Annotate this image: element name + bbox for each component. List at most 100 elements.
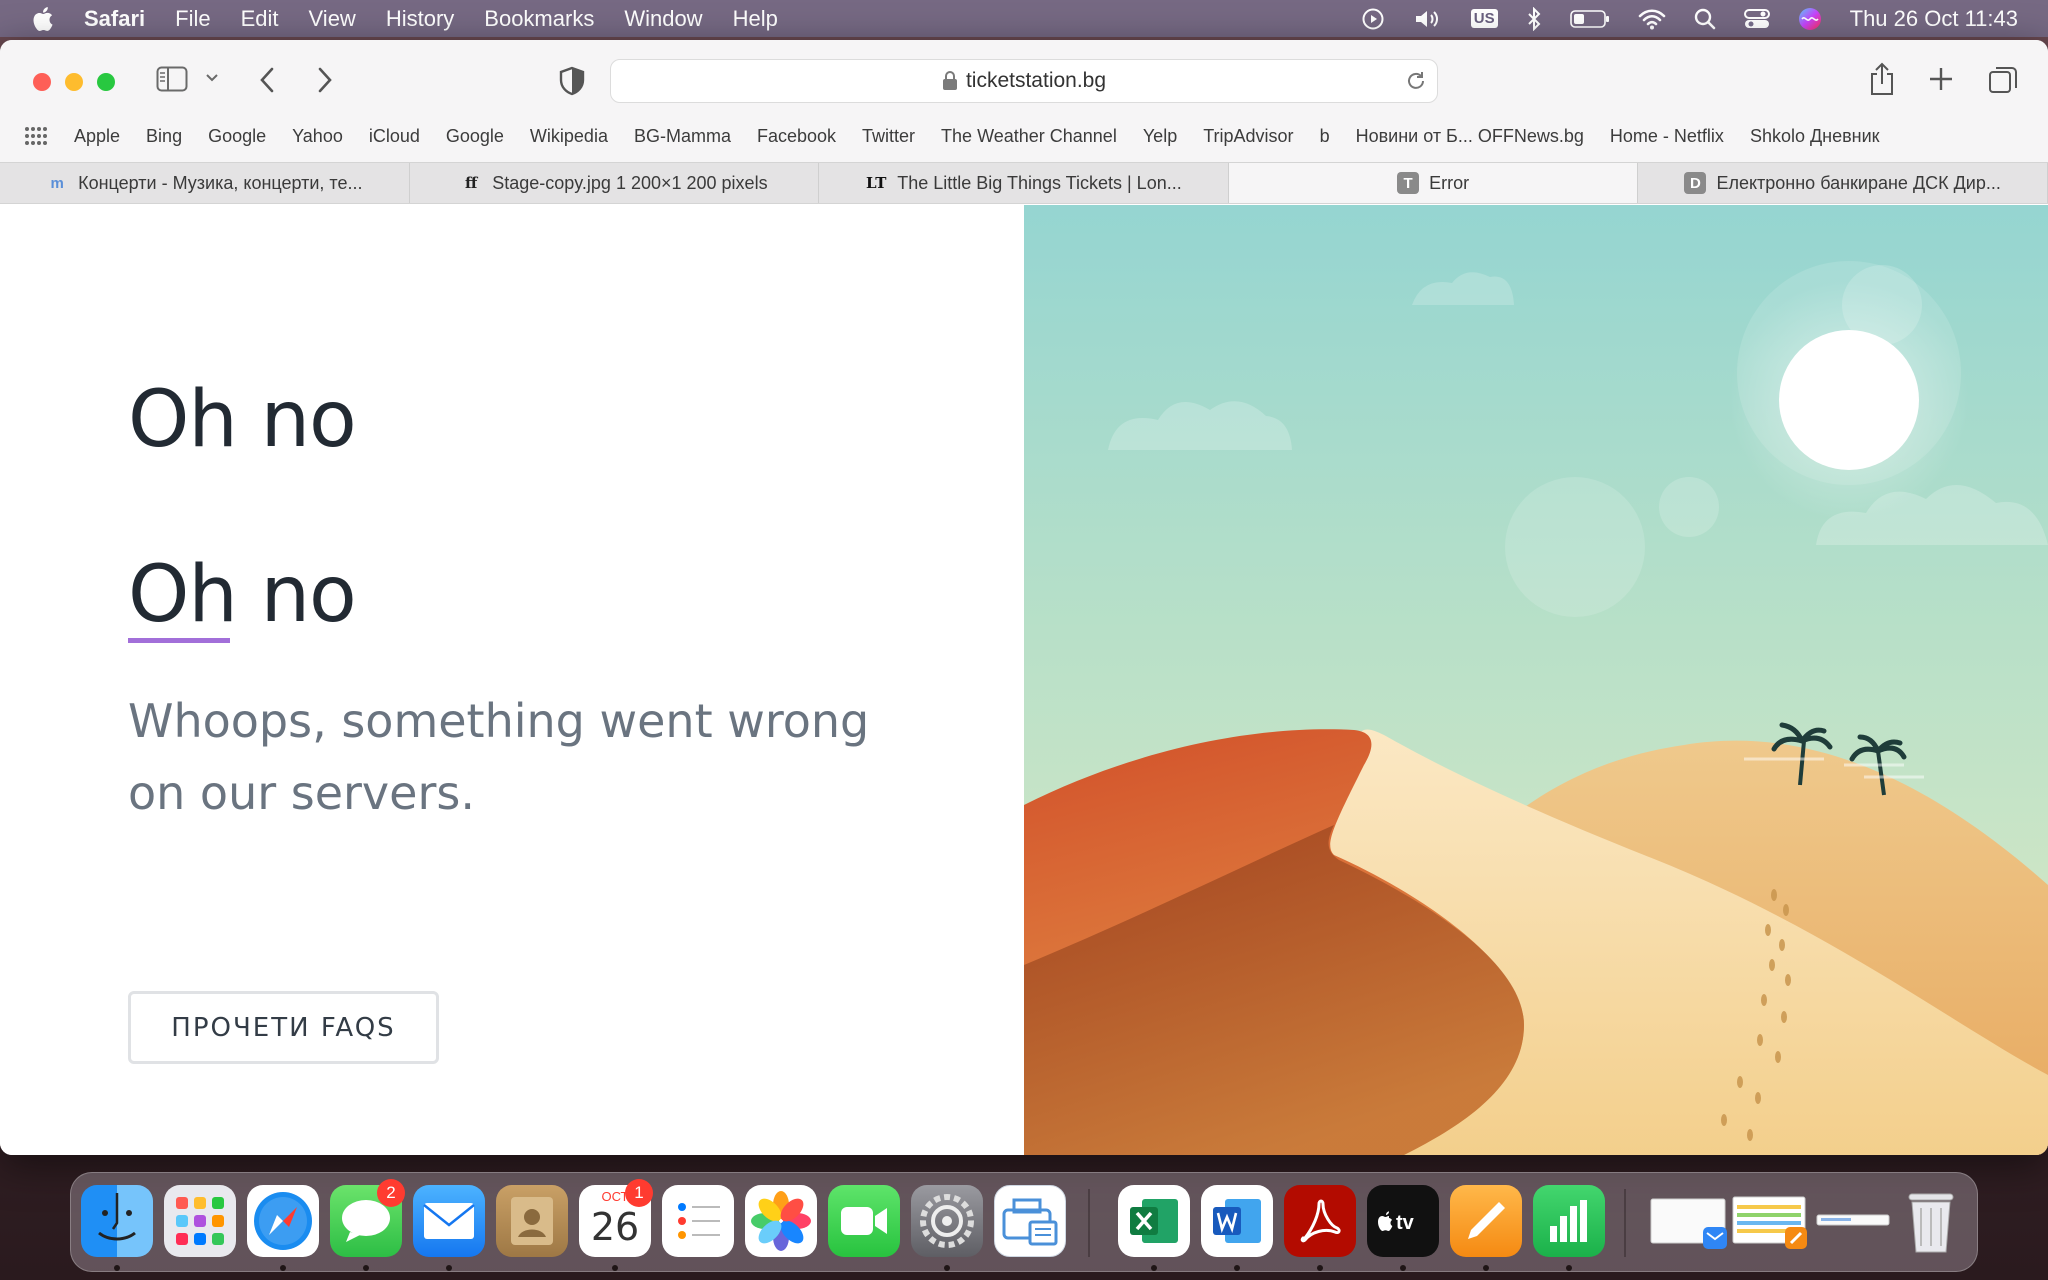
window-controls	[33, 73, 115, 91]
excel-app-icon[interactable]	[1118, 1185, 1190, 1257]
back-icon[interactable]	[258, 66, 278, 94]
accent-divider	[128, 638, 230, 643]
menu-file[interactable]: File	[175, 6, 210, 32]
favorite-link[interactable]: Yelp	[1143, 126, 1177, 147]
trash-icon[interactable]	[1895, 1185, 1967, 1257]
tab-label: Концерти - Музика, концерти, те...	[78, 172, 363, 193]
reload-icon[interactable]	[1405, 70, 1427, 92]
tab-overview-icon[interactable]	[1988, 64, 2018, 94]
bubble-shape	[1659, 477, 1719, 537]
wifi-icon[interactable]	[1638, 8, 1666, 30]
favorite-link[interactable]: Twitter	[862, 126, 915, 147]
running-indicator	[1483, 1265, 1489, 1271]
now-playing-icon[interactable]	[1361, 7, 1385, 31]
finder-app-icon[interactable]	[81, 1185, 153, 1257]
pages-app-icon[interactable]	[1450, 1185, 1522, 1257]
page-content: Oh no Oh no Whoops, something went wrong…	[0, 205, 2048, 1155]
lock-icon	[942, 71, 958, 91]
menu-bookmarks[interactable]: Bookmarks	[484, 6, 594, 32]
siri-icon[interactable]	[1798, 7, 1822, 31]
zoom-window-button[interactable]	[97, 73, 115, 91]
safari-app-icon[interactable]	[247, 1185, 319, 1257]
tab-error[interactable]: T Error	[1228, 163, 1639, 203]
address-bar[interactable]: ticketstation.bg	[610, 59, 1438, 103]
menu-edit[interactable]: Edit	[241, 6, 279, 32]
favorite-link[interactable]: Apple	[74, 126, 120, 147]
favorite-link[interactable]: Bing	[146, 126, 182, 147]
favorite-link[interactable]: Yahoo	[292, 126, 343, 147]
bluetooth-icon[interactable]	[1526, 6, 1542, 31]
favorite-link[interactable]: Shkolo Дневник	[1750, 126, 1880, 147]
share-icon[interactable]	[1868, 62, 1896, 96]
favorite-link[interactable]: Wikipedia	[530, 126, 608, 147]
sidebar-toggle-icon[interactable]	[156, 66, 188, 92]
minimize-window-button[interactable]	[65, 73, 83, 91]
tab-favicon-icon: LT	[865, 174, 887, 192]
menu-app-name[interactable]: Safari	[84, 6, 145, 32]
system-settings-app-icon[interactable]	[911, 1185, 983, 1257]
menubar-clock[interactable]: Thu 26 Oct 11:43	[1850, 6, 2018, 32]
apple-menu-icon[interactable]	[32, 6, 54, 32]
error-heading: Oh no	[128, 375, 357, 465]
dock-separator	[1088, 1189, 1090, 1257]
tab-little-big-things[interactable]: LT The Little Big Things Tickets | Lon..…	[819, 163, 1229, 203]
favorite-link[interactable]: Facebook	[757, 126, 836, 147]
numbers-app-icon[interactable]	[1533, 1185, 1605, 1257]
word-app-icon[interactable]	[1201, 1185, 1273, 1257]
input-source-badge[interactable]: US	[1470, 9, 1498, 28]
messages-badge: 2	[377, 1179, 405, 1207]
tab-dsk-bank[interactable]: D Електронно банкиране ДСК Дир...	[1638, 163, 2048, 203]
minimized-window-thumbnail[interactable]	[1813, 1185, 1893, 1257]
dock: 2 ОСТ 26 1 tv	[70, 1172, 1978, 1272]
apple-tv-app-icon[interactable]: tv	[1367, 1185, 1439, 1257]
reminders-app-icon[interactable]	[662, 1185, 734, 1257]
favorite-link[interactable]: BG-Mamma	[634, 126, 731, 147]
close-window-button[interactable]	[33, 73, 51, 91]
menu-history[interactable]: History	[386, 6, 454, 32]
mail-app-icon[interactable]	[413, 1185, 485, 1257]
spotlight-search-icon[interactable]	[1694, 8, 1716, 30]
launchpad-app-icon[interactable]	[164, 1185, 236, 1257]
tab-concerts[interactable]: m Концерти - Музика, концерти, те...	[0, 163, 410, 203]
running-indicator	[114, 1265, 120, 1271]
running-indicator	[1234, 1265, 1240, 1271]
print-center-app-icon[interactable]	[994, 1185, 1066, 1257]
favorites-grid-icon[interactable]	[24, 126, 48, 146]
forward-icon[interactable]	[314, 66, 334, 94]
tab-label: Error	[1429, 172, 1470, 193]
bubble-shape	[1505, 477, 1645, 617]
running-indicator	[944, 1265, 950, 1271]
contacts-app-icon[interactable]	[496, 1185, 568, 1257]
photos-app-icon[interactable]	[745, 1185, 817, 1257]
favorite-link[interactable]: b	[1320, 126, 1330, 147]
error-heading-secondary: Oh no	[128, 550, 357, 640]
favorite-link[interactable]: Новини от Б... OFFNews.bg	[1356, 126, 1584, 147]
minimized-window-spreadsheet-thumbnail[interactable]	[1731, 1185, 1811, 1257]
favorite-link[interactable]: The Weather Channel	[941, 126, 1117, 147]
menu-view[interactable]: View	[309, 6, 356, 32]
favorite-link[interactable]: TripAdvisor	[1203, 126, 1293, 147]
menu-window[interactable]: Window	[624, 6, 702, 32]
acrobat-app-icon[interactable]	[1284, 1185, 1356, 1257]
safari-toolbar: ticketstation.bg Apple Bing Google Yahoo…	[0, 40, 2048, 162]
favorite-link[interactable]: iCloud	[369, 126, 420, 147]
volume-icon[interactable]	[1413, 7, 1443, 31]
read-faqs-button[interactable]: ПРОЧЕТИ FAQS	[128, 991, 439, 1064]
menu-help[interactable]: Help	[733, 6, 778, 32]
error-message: Whoops, something went wrong on our serv…	[128, 694, 870, 820]
minimized-window-mail-thumbnail[interactable]	[1649, 1185, 1729, 1257]
privacy-shield-icon[interactable]	[558, 66, 586, 96]
chevron-down-icon[interactable]	[205, 72, 219, 84]
favorite-link[interactable]: Home - Netflix	[1610, 126, 1724, 147]
battery-icon[interactable]	[1569, 9, 1610, 29]
running-indicator	[446, 1265, 452, 1271]
desert-illustration	[1024, 205, 2048, 1155]
new-tab-icon[interactable]	[1928, 66, 1954, 92]
favorite-link[interactable]: Google	[446, 126, 504, 147]
favorite-link[interactable]: Google	[208, 126, 266, 147]
running-indicator	[1317, 1265, 1323, 1271]
control-center-icon[interactable]	[1743, 8, 1770, 30]
facetime-app-icon[interactable]	[828, 1185, 900, 1257]
tab-stage-image[interactable]: ff Stage-copy.jpg 1 200×1 200 pixels	[410, 163, 820, 203]
menu-bar: Safari File Edit View History Bookmarks …	[0, 0, 2048, 37]
